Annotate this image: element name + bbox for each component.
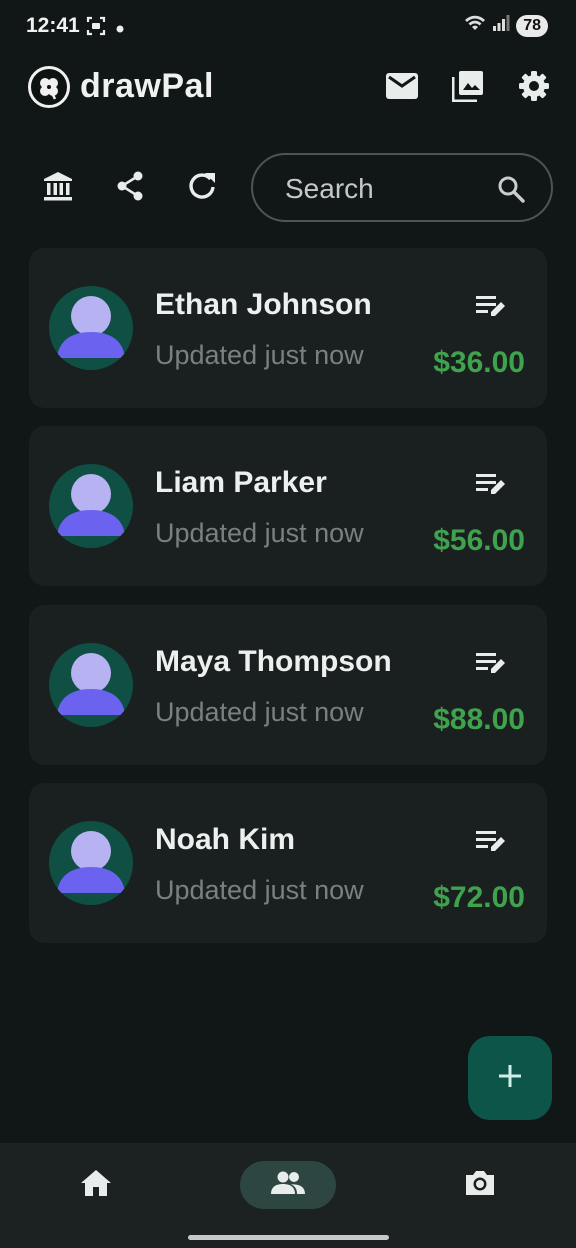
wifi-icon [464,14,486,37]
refresh-button[interactable] [180,166,224,210]
avatar [49,464,133,548]
amount: $56.00 [433,524,525,557]
screenshot-icon [86,16,106,41]
app-bar: drawPal [0,58,576,120]
bank-button[interactable] [36,166,80,210]
friend-name: Liam Parker [155,466,327,499]
updated-text: Updated just now [155,340,364,370]
signal-icon [492,14,510,37]
friend-name: Maya Thompson [155,645,392,678]
amount: $88.00 [433,703,525,736]
nav-people[interactable] [240,1161,336,1209]
amount: $72.00 [433,881,525,914]
friend-name: Noah Kim [155,823,296,856]
edit-button[interactable] [473,290,509,326]
avatar [49,643,133,727]
settings-icon [518,70,550,107]
search-field [251,153,553,222]
gesture-bar[interactable] [188,1235,389,1240]
updated-text: Updated just now [155,875,364,905]
amount: $36.00 [433,346,525,379]
refresh-icon [186,170,218,207]
friend-card[interactable]: Noah Kim Updated just now $72.00 [29,783,547,943]
bottom-nav [0,1143,576,1248]
mail-button[interactable] [382,68,422,108]
nav-home[interactable] [72,1161,120,1209]
people-icon [271,1171,305,1200]
edit-note-icon [476,294,506,323]
edit-note-icon [476,472,506,501]
edit-button[interactable] [473,647,509,683]
share-button[interactable] [108,166,152,210]
gallery-button[interactable] [448,68,488,108]
nav-camera[interactable] [456,1161,504,1209]
bank-icon [42,170,74,207]
friend-card[interactable]: Ethan Johnson Updated just now $36.00 [29,248,547,408]
avatar [49,286,133,370]
home-icon [80,1169,112,1202]
add-friend-button[interactable] [468,1036,552,1120]
battery-indicator: 78 [516,14,548,37]
edit-note-icon [476,829,506,858]
friend-card[interactable]: Maya Thompson Updated just now $88.00 [29,605,547,765]
status-bar: 12:41 78 [0,0,576,56]
status-right-icons: 78 [464,14,548,37]
settings-button[interactable] [514,68,554,108]
mail-icon [386,72,418,104]
updated-text: Updated just now [155,697,364,727]
screen: 12:41 78 drawPal Search Ethan Johnson Up… [0,0,576,1248]
search-icon[interactable] [497,175,525,203]
gallery-icon [451,70,484,107]
avatar [49,821,133,905]
edit-note-icon [476,651,506,680]
plus-icon [497,1063,523,1094]
search-input[interactable] [283,169,487,209]
status-time: 12:41 [26,14,80,37]
notification-dot-icon [116,20,124,38]
edit-button[interactable] [473,468,509,504]
friend-card[interactable]: Liam Parker Updated just now $56.00 [29,426,547,586]
edit-button[interactable] [473,825,509,861]
clover-logo-icon [28,66,70,108]
friend-name: Ethan Johnson [155,288,372,321]
share-icon [114,170,146,207]
updated-text: Updated just now [155,518,364,548]
app-title: drawPal [80,67,214,105]
status-left-icons [86,16,124,41]
camera-icon [464,1169,496,1202]
